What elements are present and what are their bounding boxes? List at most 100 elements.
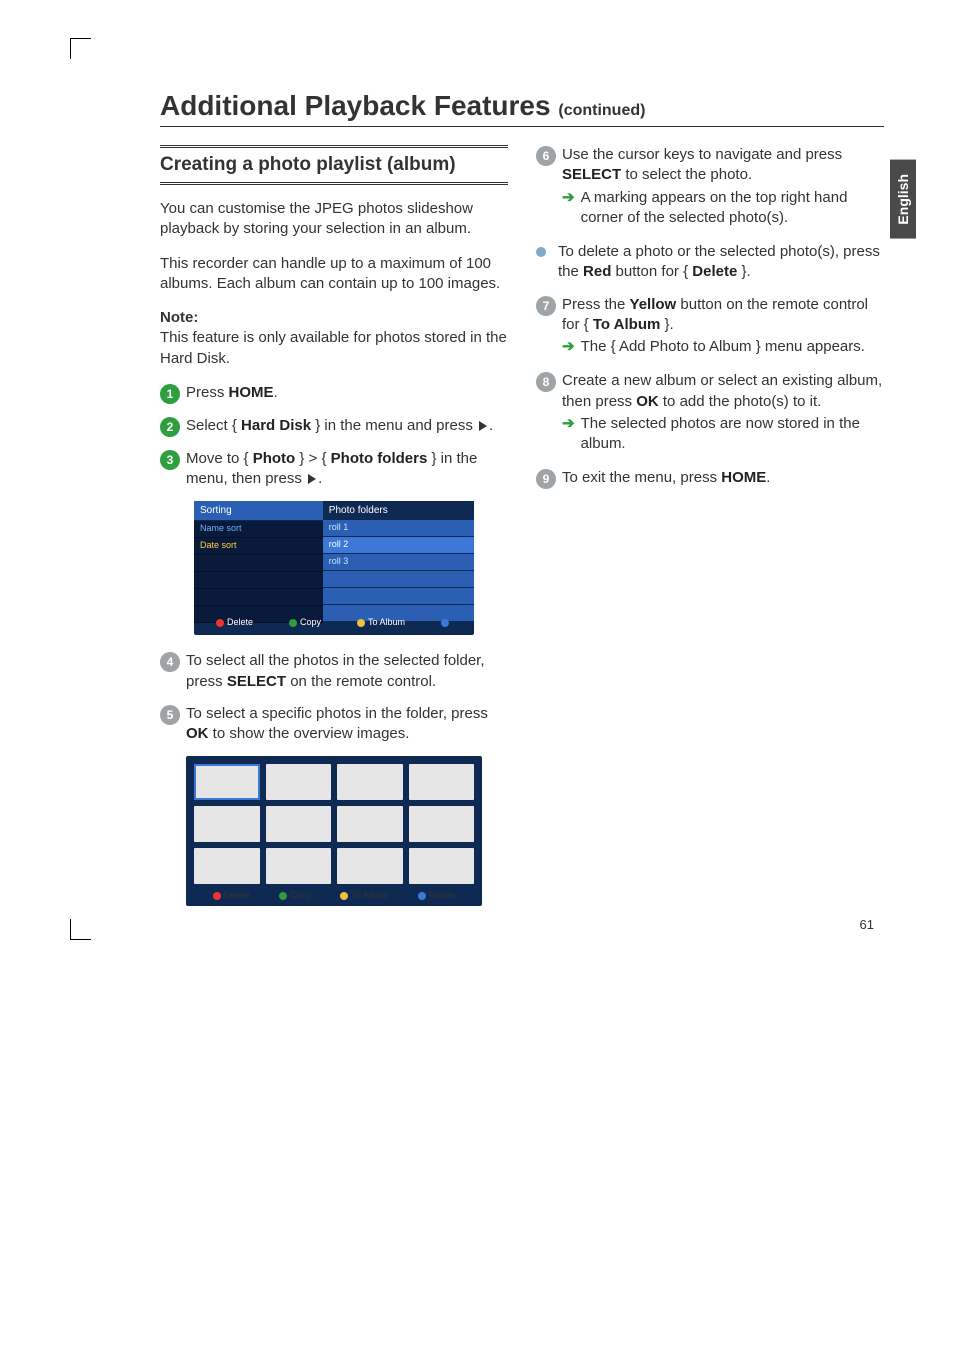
bullet-delete: To delete a photo or the selected photo(…	[536, 242, 884, 283]
step-number-5: 5	[160, 705, 180, 725]
step-5-text-a: To select a specific photos in the folde…	[186, 705, 488, 722]
step-number-6: 6	[536, 146, 556, 166]
shot1-right-row: roll 3	[323, 554, 474, 571]
arrow-icon: ➔	[562, 188, 575, 208]
note-label: Note:	[160, 309, 198, 326]
step-7-yellow: Yellow	[630, 296, 677, 313]
note-text: This feature is only available for photo…	[160, 329, 507, 366]
shot1-left-row	[194, 555, 323, 572]
thumbnail-cell	[337, 764, 403, 800]
blue-dot-icon	[418, 892, 426, 900]
step-1-home: HOME	[229, 384, 274, 401]
step-2-text-a: Select {	[186, 417, 241, 434]
step-7-toalbum: To Album	[593, 316, 661, 333]
bullet-dot-icon	[536, 247, 546, 257]
step-6-select: SELECT	[562, 166, 621, 183]
crop-mark-top-left	[70, 38, 91, 59]
step-2: 2 Select { Hard Disk } in the menu and p…	[160, 416, 508, 437]
bullet-red: Red	[583, 263, 611, 280]
step-3-text-b: } > {	[295, 450, 330, 467]
yellow-dot-icon	[357, 619, 365, 627]
bullet-text-c: }.	[737, 263, 750, 280]
step-number-3: 3	[160, 450, 180, 470]
step-6-text-a: Use the cursor keys to navigate and pres…	[562, 146, 842, 163]
step-9-text-b: .	[766, 469, 770, 486]
step-number-7: 7	[536, 296, 556, 316]
thumbnail-cell	[194, 764, 260, 800]
step-number-9: 9	[536, 469, 556, 489]
step-6: 6 Use the cursor keys to navigate and pr…	[536, 145, 884, 230]
step-3-photofolders: Photo folders	[331, 450, 428, 467]
shot2-btn-rotate: Rotate	[418, 890, 456, 900]
shot1-btn-blank	[441, 617, 452, 627]
arrow-icon: ➔	[562, 414, 575, 434]
yellow-dot-icon	[340, 892, 348, 900]
thumbnail-cell	[409, 806, 475, 842]
green-dot-icon	[289, 619, 297, 627]
intro-paragraph-2: This recorder can handle up to a maximum…	[160, 254, 508, 295]
step-number-4: 4	[160, 652, 180, 672]
crop-mark-bottom-left	[70, 919, 91, 940]
title-rule	[160, 126, 884, 127]
shot1-left-row: Name sort	[194, 521, 323, 538]
thumbnail-cell	[266, 764, 332, 800]
shot1-left-row	[194, 572, 323, 589]
shot2-btn-delete: Delete	[213, 890, 250, 900]
green-dot-icon	[279, 892, 287, 900]
thumbnail-cell	[409, 764, 475, 800]
step-number-2: 2	[160, 417, 180, 437]
step-5-text-b: to show the overview images.	[209, 725, 410, 742]
step-5-ok: OK	[186, 725, 209, 742]
shot1-left-row	[194, 589, 323, 606]
screenshot-photo-folders: Sorting Name sort Date sort Photo folder…	[194, 501, 474, 635]
step-3-photo: Photo	[253, 450, 296, 467]
page-title-main: Additional Playback Features	[160, 90, 551, 121]
red-dot-icon	[213, 892, 221, 900]
step-8-text-b: to add the photo(s) to it.	[659, 393, 822, 410]
shot1-btn-toalbum: To Album	[357, 617, 405, 627]
page-title-suffix: (continued)	[558, 102, 645, 119]
shot1-btn-copy: Copy	[289, 617, 321, 627]
shot1-right-header: Photo folders	[323, 501, 474, 520]
step-7-text-c: }.	[660, 316, 673, 333]
page-title: Additional Playback Features (continued)	[160, 90, 884, 122]
shot1-right-row: roll 1	[323, 520, 474, 537]
step-7-text-a: Press the	[562, 296, 630, 313]
right-triangle-icon	[308, 474, 316, 484]
step-9-home: HOME	[721, 469, 766, 486]
page-number: 61	[860, 917, 874, 932]
step-9-text-a: To exit the menu, press	[562, 469, 721, 486]
step-number-1: 1	[160, 384, 180, 404]
intro-paragraph-1: You can customise the JPEG photos slides…	[160, 199, 508, 240]
section-heading-box: Creating a photo playlist (album)	[160, 145, 508, 185]
step-number-8: 8	[536, 372, 556, 392]
shot1-left-row: Date sort	[194, 538, 323, 555]
thumbnail-cell	[194, 848, 260, 884]
step-1-text-a: Press	[186, 384, 229, 401]
section-heading: Creating a photo playlist (album)	[160, 154, 508, 176]
step-3-text-a: Move to {	[186, 450, 253, 467]
screenshot-overview-grid: Delete Copy To Album Rotate	[186, 756, 482, 906]
step-3-text-d: .	[318, 470, 322, 487]
step-4-text-b: on the remote control.	[286, 673, 436, 690]
step-9: 9 To exit the menu, press HOME.	[536, 468, 884, 489]
thumbnail-cell	[409, 848, 475, 884]
bullet-text-b: button for {	[611, 263, 692, 280]
step-4-select: SELECT	[227, 673, 286, 690]
step-6-text-b: to select the photo.	[621, 166, 752, 183]
step-2-text-c: .	[489, 417, 493, 434]
step-7: 7 Press the Yellow button on the remote …	[536, 295, 884, 360]
shot1-left-header: Sorting	[194, 501, 323, 521]
language-tab: English	[890, 160, 916, 239]
step-6-arrow-text: A marking appears on the top right hand …	[581, 188, 884, 229]
thumbnail-cell	[266, 848, 332, 884]
step-7-arrow-text: The { Add Photo to Album } menu appears.	[581, 337, 865, 357]
thumbnail-cell	[266, 806, 332, 842]
shot1-right-row: roll 2	[323, 537, 474, 554]
step-8-ok: OK	[636, 393, 659, 410]
step-8-arrow-text: The selected photos are now stored in th…	[581, 414, 884, 455]
thumbnail-cell	[337, 806, 403, 842]
step-4: 4 To select all the photos in the select…	[160, 651, 508, 692]
bullet-delete-kw: Delete	[692, 263, 737, 280]
step-1: 1 Press HOME.	[160, 383, 508, 404]
